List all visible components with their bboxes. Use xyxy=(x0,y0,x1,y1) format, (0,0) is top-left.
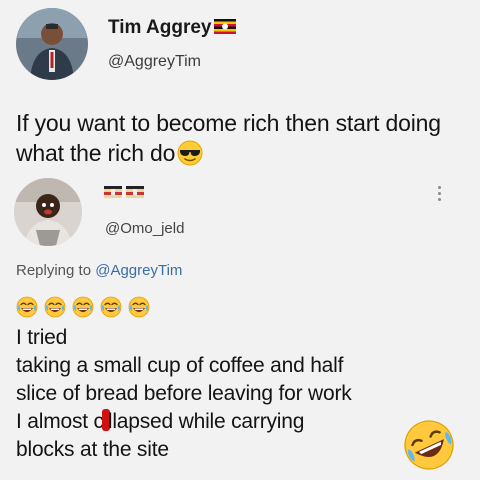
handle[interactable]: @AggreyTim xyxy=(108,53,201,71)
display-name[interactable]: Tim Aggrey xyxy=(108,17,237,39)
flag-emoji-icons xyxy=(104,184,146,205)
reply-line-3: slice of bread before leaving for work xyxy=(16,382,352,405)
sunglasses-emoji-icon xyxy=(177,140,203,166)
tears-of-joy-emoji-icon xyxy=(128,296,150,318)
replying-to: Replying to @AggreyTim xyxy=(16,262,182,279)
reply-line-4-start: I almost c xyxy=(16,410,104,433)
rolling-on-floor-laughing-emoji-icon xyxy=(404,420,454,470)
display-name-text: Tim Aggrey xyxy=(108,17,212,38)
replying-mention[interactable]: @AggreyTim xyxy=(95,262,182,279)
reply-handle[interactable]: @Omo_jeld xyxy=(105,220,184,237)
tears-of-joy-emoji-icon xyxy=(100,296,122,318)
tweet-screenshot: Tim Aggrey @AggreyTim If you want to bec… xyxy=(0,0,480,480)
omo-jeld-avatar[interactable] xyxy=(14,178,82,246)
tweet-text-content: If you want to become rich then start do… xyxy=(16,110,441,166)
more-vertical-icon[interactable] xyxy=(436,186,442,206)
reply-line-2: taking a small cup of coffee and half xyxy=(16,354,344,377)
tears-of-joy-emoji-icon xyxy=(72,296,94,318)
replying-prefix: Replying to xyxy=(16,262,92,279)
tim-aggrey-avatar[interactable] xyxy=(16,8,88,80)
tweet-text: If you want to become rich then start do… xyxy=(16,108,476,168)
tears-of-joy-emoji-icon xyxy=(44,296,66,318)
reply-line-1: I tried xyxy=(16,326,68,349)
reply-line-4-end: llapsed while carrying xyxy=(107,410,305,433)
uganda-flag-icon xyxy=(214,18,237,34)
laugh-emoji-row xyxy=(16,296,150,318)
tears-of-joy-emoji-icon xyxy=(16,296,38,318)
